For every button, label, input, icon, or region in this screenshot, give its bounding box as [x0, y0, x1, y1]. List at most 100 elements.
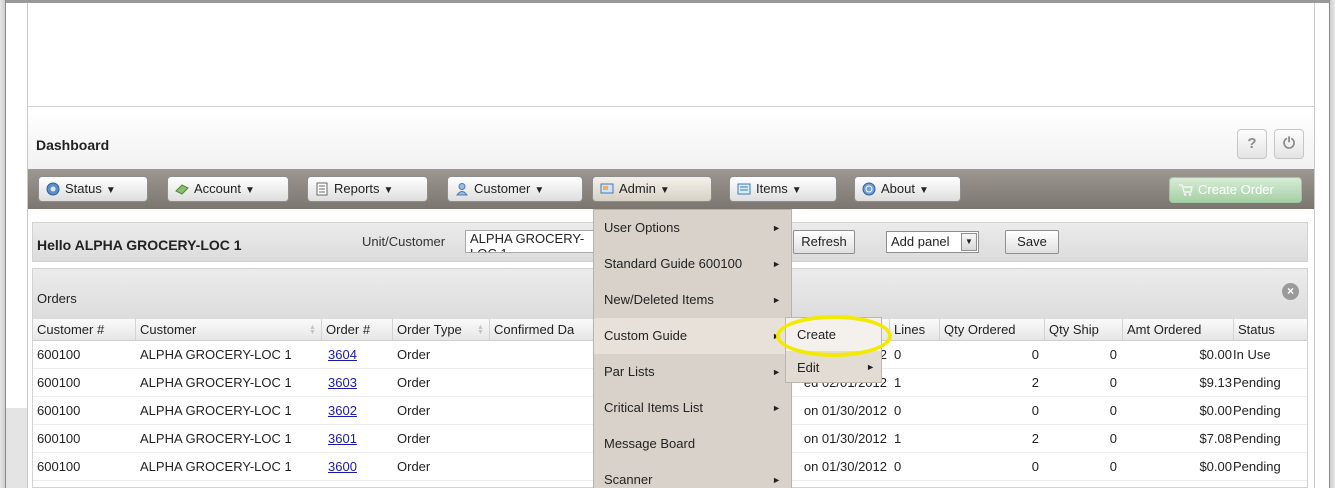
- cell-order-type: Order: [397, 431, 431, 446]
- cell-customer: ALPHA GROCERY-LOC 1: [140, 403, 292, 418]
- cell-qty-ordered: 0: [1031, 347, 1039, 362]
- menu-item-user-options[interactable]: User Options ►: [594, 210, 791, 246]
- menu-item-custom-guide[interactable]: Custom Guide ►: [594, 318, 791, 354]
- create-order-button[interactable]: Create Order: [1169, 177, 1302, 203]
- app-frame: Dashboard ? ⏻ Status ▼ Account ▼ Reports ▼ …: [27, 3, 1315, 488]
- order-number-link[interactable]: 3604: [328, 347, 357, 362]
- cell-order-no: 3601: [328, 425, 388, 453]
- column-header-status[interactable]: Status: [1234, 319, 1307, 341]
- cell-customer-no: 600100: [37, 375, 81, 390]
- cell-qty-ordered: 0: [1031, 403, 1039, 418]
- column-header-qty-ordered[interactable]: Qty Ordered: [940, 319, 1045, 341]
- page-title: Dashboard: [36, 137, 110, 153]
- menu-item-message-board[interactable]: Message Board: [594, 426, 791, 462]
- cell-qty-ship: 0: [1109, 459, 1117, 474]
- cell-order-no: 3604: [328, 341, 388, 369]
- cell-date-frag: on 01/30/2012: [803, 459, 887, 474]
- help-icon: ?: [1247, 135, 1257, 152]
- about-menu-button[interactable]: About ▼: [854, 176, 961, 202]
- cell-status: Pending: [1233, 459, 1281, 474]
- cell-order-type: Order: [397, 375, 431, 390]
- submenu-arrow-icon: ►: [772, 475, 781, 485]
- cell-customer: ALPHA GROCERY-LOC 1: [140, 347, 292, 362]
- cell-order-type: Order: [397, 347, 431, 362]
- cell-status: Pending: [1233, 403, 1281, 418]
- power-icon: ⏻: [1283, 135, 1295, 152]
- cell-qty-ship: 0: [1109, 431, 1117, 446]
- cell-qty-ship: 0: [1109, 347, 1117, 362]
- order-number-link[interactable]: 3600: [328, 459, 357, 474]
- submenu-arrow-icon: ►: [772, 223, 781, 233]
- customer-menu-button[interactable]: Customer ▼: [447, 176, 583, 202]
- status-menu-button[interactable]: Status ▼: [38, 176, 148, 202]
- sort-icon: ▲ ▼: [309, 324, 316, 336]
- cell-amt: $0.00: [1199, 459, 1232, 474]
- left-scroll-strip: [6, 408, 27, 488]
- about-icon: [862, 182, 876, 196]
- add-panel-select[interactable]: Add panel ▼: [886, 231, 979, 253]
- admin-icon: [600, 183, 614, 194]
- cell-date-frag: on 01/30/2012: [803, 403, 887, 418]
- close-icon[interactable]: ×: [1282, 283, 1299, 300]
- cell-order-type: Order: [397, 459, 431, 474]
- submenu-arrow-icon: ►: [772, 367, 781, 377]
- cell-lines: 1: [894, 431, 902, 446]
- menu-item-new-deleted-items[interactable]: New/Deleted Items ►: [594, 282, 791, 318]
- cell-customer-no: 600100: [37, 403, 81, 418]
- items-menu-button[interactable]: Items ▼: [729, 176, 837, 202]
- cell-lines: 0: [894, 459, 902, 474]
- sort-icon: ▲ ▼: [477, 324, 484, 336]
- cell-customer-no: 600100: [37, 459, 81, 474]
- cell-amt: $7.08: [1199, 431, 1232, 446]
- header-blank-area: [28, 3, 1314, 107]
- customer-icon: [456, 183, 468, 196]
- cell-qty-ship: 0: [1109, 375, 1117, 390]
- reports-menu-button[interactable]: Reports ▼: [307, 176, 428, 202]
- order-number-link[interactable]: 3601: [328, 431, 357, 446]
- cell-order-type: Order: [397, 403, 431, 418]
- cell-customer: ALPHA GROCERY-LOC 1: [140, 459, 292, 474]
- cell-amt: $0.00: [1199, 347, 1232, 362]
- menu-item-critical-items-list[interactable]: Critical Items List ►: [594, 390, 791, 426]
- save-button[interactable]: Save: [1005, 230, 1059, 254]
- cell-customer: ALPHA GROCERY-LOC 1: [140, 431, 292, 446]
- column-header-customer[interactable]: Customer ▲ ▼: [136, 319, 322, 341]
- submenu-arrow-icon: ►: [866, 362, 875, 372]
- unit-customer-label: Unit/Customer: [362, 234, 446, 249]
- logout-button[interactable]: ⏻: [1274, 129, 1304, 159]
- unit-customer-input[interactable]: ALPHA GROCERY-LOC 1: [465, 230, 605, 253]
- greeting-text: Hello ALPHA GROCERY-LOC 1: [37, 237, 242, 253]
- items-icon: [737, 183, 751, 195]
- cell-lines: 0: [894, 347, 902, 362]
- cell-amt: $9.13: [1199, 375, 1232, 390]
- column-header-order-no[interactable]: Order #: [322, 319, 393, 341]
- highlight-ring: [776, 315, 892, 357]
- refresh-button[interactable]: Refresh: [793, 230, 855, 254]
- status-icon: [46, 182, 60, 196]
- cell-lines: 1: [894, 375, 902, 390]
- cell-customer-no: 600100: [37, 431, 81, 446]
- chevron-down-icon: ▼: [961, 233, 977, 251]
- help-button[interactable]: ?: [1237, 129, 1267, 159]
- title-bar: Dashboard ? ⏻: [28, 107, 1314, 169]
- column-header-qty-ship[interactable]: Qty Ship: [1045, 319, 1123, 341]
- menu-item-par-lists[interactable]: Par Lists ►: [594, 354, 791, 390]
- account-icon: [175, 184, 189, 195]
- order-number-link[interactable]: 3603: [328, 375, 357, 390]
- menu-item-scanner[interactable]: Scanner ►: [594, 462, 791, 488]
- column-header-amt-ordered[interactable]: Amt Ordered: [1123, 319, 1234, 341]
- admin-dropdown-menu: User Options ► Standard Guide 600100 ► New…: [593, 209, 792, 488]
- reports-icon: [316, 182, 328, 196]
- admin-menu-button[interactable]: Admin ▼: [592, 176, 712, 202]
- order-number-link[interactable]: 3602: [328, 403, 357, 418]
- cell-order-no: 3603: [328, 369, 388, 397]
- cell-amt: $0.00: [1199, 403, 1232, 418]
- menu-item-standard-guide[interactable]: Standard Guide 600100 ►: [594, 246, 791, 282]
- column-header-customer-no[interactable]: Customer #: [33, 319, 136, 341]
- cell-date-frag: on 01/30/2012: [803, 431, 887, 446]
- cell-status: Pending: [1233, 431, 1281, 446]
- cell-qty-ordered: 2: [1031, 375, 1039, 390]
- column-header-order-type[interactable]: Order Type ▲ ▼: [393, 319, 490, 341]
- account-menu-button[interactable]: Account ▼: [167, 176, 289, 202]
- column-header-lines[interactable]: Lines: [890, 319, 940, 341]
